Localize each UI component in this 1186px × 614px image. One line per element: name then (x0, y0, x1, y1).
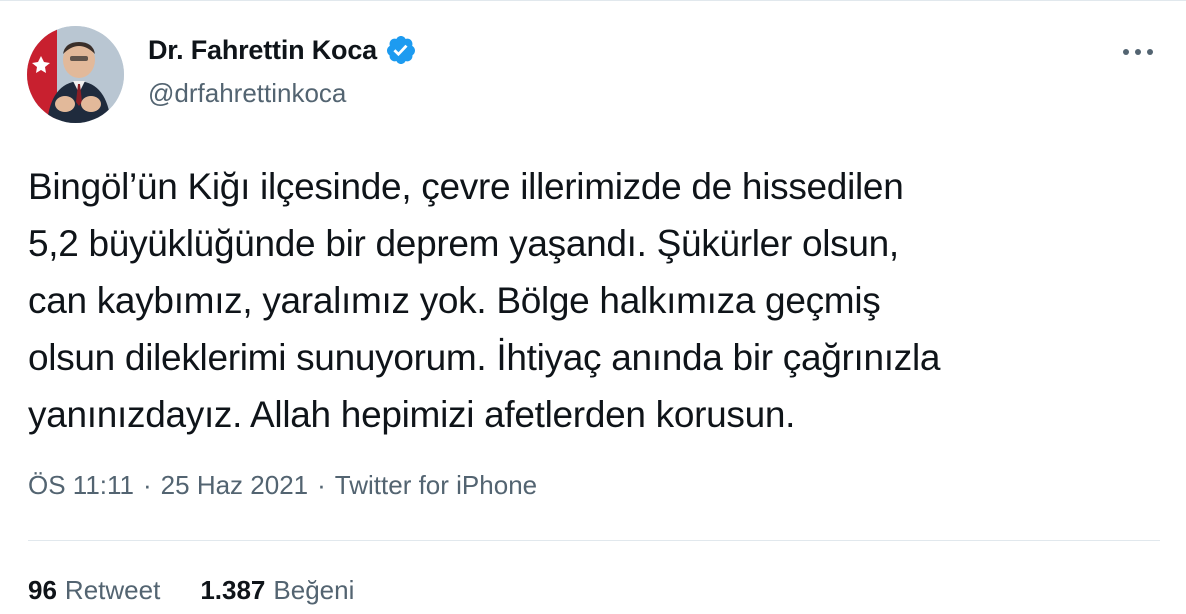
meta-separator: · (317, 470, 326, 500)
retweets-label: Retweet (64, 575, 161, 605)
likes-label: Beğeni (273, 575, 355, 605)
name-row: Dr. Fahrettin Koca (148, 34, 417, 66)
tweet-source[interactable]: Twitter for iPhone (335, 470, 537, 501)
display-name[interactable]: Dr. Fahrettin Koca (148, 35, 377, 66)
top-border (0, 0, 1186, 1)
tweet-date[interactable]: 25 Haz 2021 (161, 470, 308, 501)
user-handle[interactable]: @drfahrettinkoca (148, 78, 346, 109)
tweet-card: Dr. Fahrettin Koca @drfahrettinkoca Bing… (0, 0, 1186, 614)
retweets-stat[interactable]: 96 Retweet (28, 575, 160, 606)
more-options-button[interactable] (1116, 38, 1160, 66)
tweet-stats: 96 Retweet 1.387 Beğeni (28, 575, 394, 606)
tweet-time[interactable]: ÖS 11:11 (28, 470, 134, 501)
tweet-text: Bingöl’ün Kiğı ilçesinde, çevre illerimi… (28, 166, 941, 435)
divider (28, 540, 1160, 541)
likes-count: 1.387 (200, 575, 266, 605)
more-horizontal-icon (1123, 49, 1153, 55)
avatar-image (27, 26, 124, 123)
tweet-meta: ÖS 11:11 · 25 Haz 2021 · Twitter for iPh… (28, 470, 537, 501)
meta-separator: · (143, 470, 152, 500)
verified-badge-icon (386, 36, 415, 64)
likes-stat[interactable]: 1.387 Beğeni (200, 575, 354, 606)
avatar[interactable] (27, 26, 124, 123)
retweets-count: 96 (28, 575, 57, 605)
